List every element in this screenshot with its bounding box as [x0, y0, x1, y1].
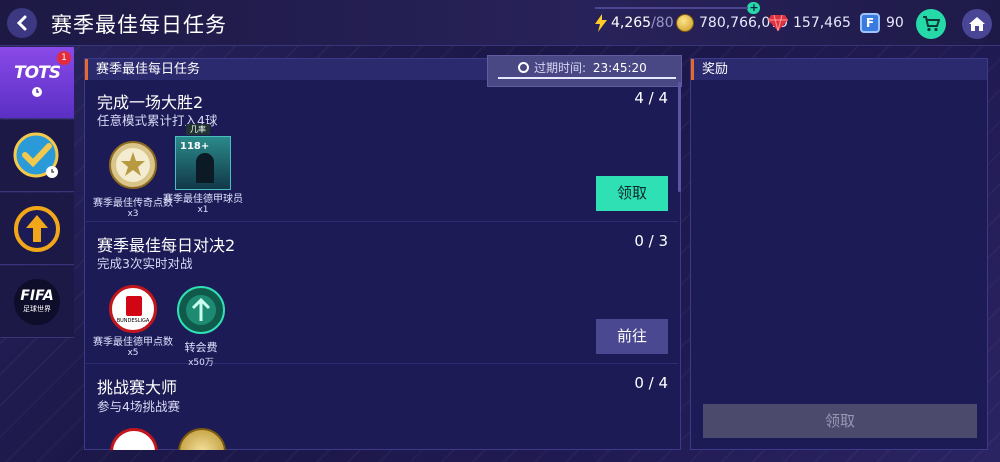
energy-value: 4,265 — [611, 15, 652, 31]
reward-qty: x3 — [127, 209, 139, 219]
fifa-points-counter: F 90 — [860, 0, 904, 46]
task-item: 赛季最佳每日对决2 完成3次实时对战 0 / 3 BUNDESLIGA 赛季最佳… — [86, 222, 678, 368]
task-item: 挑战赛大师 参与4场挑战赛 0 / 4 — [86, 364, 678, 450]
reward-item[interactable]: 118+ 几率 赛季最佳德甲球员 x1 — [163, 124, 243, 215]
reward-name: 转会费 — [184, 341, 218, 354]
back-button[interactable] — [7, 8, 37, 38]
checkmark-badge-icon — [13, 132, 59, 178]
expiry-progress-bar — [498, 77, 676, 79]
player-rating: 118+ — [180, 141, 210, 152]
home-icon — [969, 17, 985, 31]
fifa-points-value: 90 — [886, 15, 904, 31]
expiry-time: 23:45:20 — [592, 61, 647, 75]
scrollbar[interactable] — [678, 82, 681, 192]
task-subtitle: 完成3次实时对战 — [97, 256, 193, 271]
gems-value: 157,465 — [793, 15, 851, 31]
shop-button[interactable] — [916, 9, 946, 39]
task-progress: 0 / 3 — [634, 232, 668, 250]
sidebar-tab-tots[interactable]: TOTS 1 — [0, 47, 74, 119]
reward-item[interactable]: 转会费 x50万 — [170, 285, 232, 368]
go-button[interactable]: 前往 — [596, 319, 668, 354]
reward-item[interactable]: 赛季最佳传奇点数 x3 — [93, 140, 173, 219]
clock-icon — [31, 87, 42, 97]
legend-points-badge-icon — [109, 141, 157, 189]
home-button[interactable] — [962, 9, 992, 39]
reward-name: 赛季最佳德甲球员 — [163, 194, 243, 205]
player-card-icon: 118+ — [175, 136, 231, 190]
lightning-icon — [595, 14, 607, 32]
coin-icon — [676, 14, 694, 32]
add-coins-button[interactable]: + — [748, 2, 760, 14]
fifa-world-logo: FIFA 足球世界 — [14, 278, 60, 325]
reward-qty: x1 — [197, 205, 209, 215]
sidebar-tab-daily-check[interactable] — [0, 120, 74, 192]
claim-button[interactable]: 领取 — [596, 176, 668, 211]
chance-tag: 几率 — [186, 124, 210, 135]
gold-coin-reward-icon — [178, 428, 226, 450]
claim-reward-button[interactable]: 领取 — [703, 404, 977, 438]
reward-qty: x5 — [127, 348, 139, 358]
energy-max: /80 — [651, 15, 674, 31]
bundesliga-logo-text: BUNDESLIGA — [116, 318, 150, 324]
gems-counter: 157,465 — [768, 0, 851, 46]
notification-badge: 1 — [57, 51, 71, 65]
page-title: 赛季最佳每日任务 — [51, 13, 227, 37]
energy-counter: 4,265/80 + — [595, 0, 759, 46]
top-bar: 赛季最佳每日任务 4,265/80 + 780,766,079 + 157,46… — [0, 0, 1000, 46]
task-subtitle: 参与4场挑战赛 — [97, 399, 180, 414]
reward-item[interactable]: BUNDESLIGA 赛季最佳德甲点数 x5 — [93, 285, 173, 358]
task-title: 挑战赛大师 — [97, 378, 178, 397]
transfer-fee-icon — [177, 286, 225, 334]
stopwatch-icon — [518, 62, 529, 73]
gem-icon — [768, 15, 788, 31]
sidebar-tab-upgrade[interactable] — [0, 193, 74, 265]
sidebar-tab-fifa-world[interactable]: FIFA 足球世界 — [0, 266, 74, 338]
chevron-left-icon — [16, 15, 27, 31]
reward-panel: 奖励 — [690, 58, 988, 450]
reward-panel-title: 奖励 — [691, 59, 987, 80]
fifa-points-icon: F — [860, 13, 880, 33]
cart-icon — [923, 16, 940, 32]
task-progress: 0 / 4 — [634, 374, 668, 392]
arrow-up-badge-icon — [14, 205, 60, 252]
bundesliga-points-icon: BUNDESLIGA — [109, 285, 157, 333]
task-progress: 4 / 4 — [634, 89, 668, 107]
tots-logo: TOTS — [14, 63, 61, 83]
task-item: 完成一场大胜2 任意模式累计打入4球 4 / 4 赛季最佳传奇点数 x3 118… — [86, 80, 678, 222]
expiry-label: 过期时间: — [534, 61, 587, 75]
bundesliga-points-icon — [110, 428, 158, 450]
player-silhouette — [196, 153, 214, 183]
